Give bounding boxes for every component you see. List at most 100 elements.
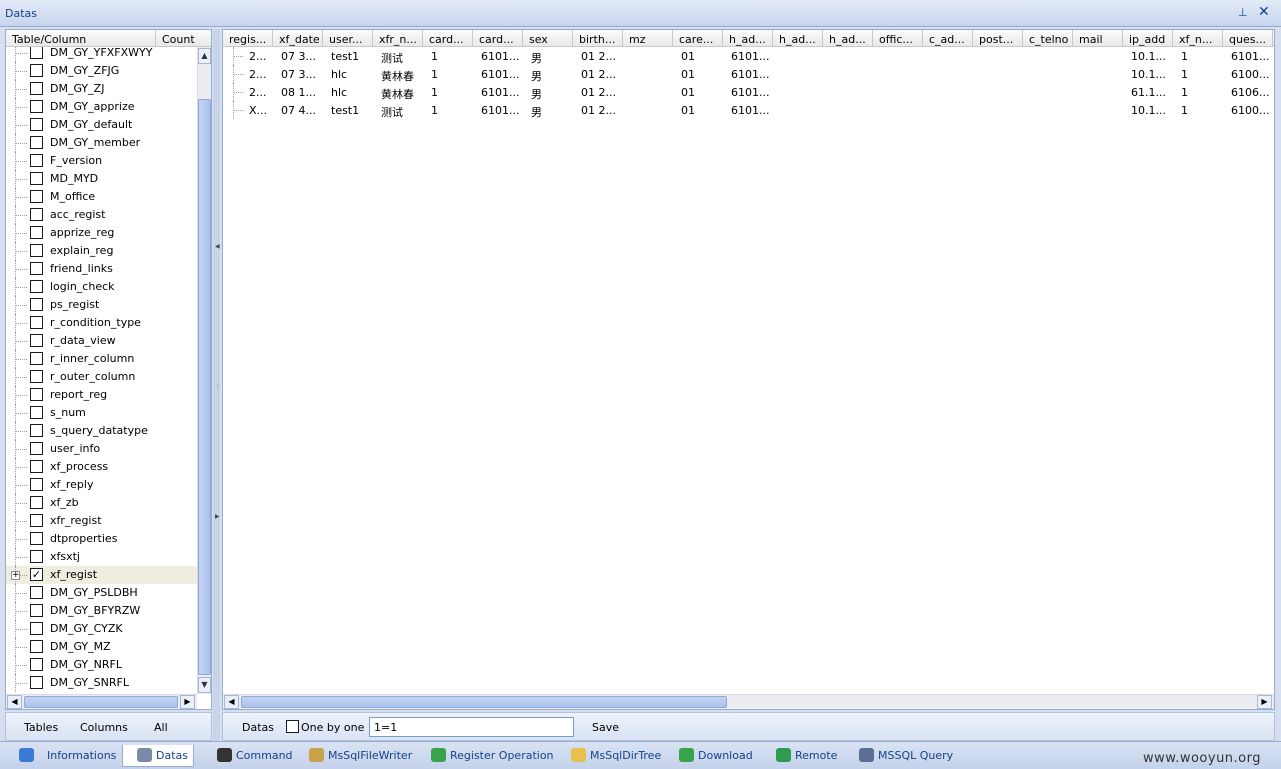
table-checkbox[interactable] (30, 424, 43, 437)
tree-item[interactable]: DM_GY_ZJ (6, 80, 197, 98)
table-checkbox[interactable] (30, 478, 43, 491)
tree-item[interactable]: F_version (6, 152, 197, 170)
table-row[interactable]: 2... 07 3... test1 测试 1 6101... 男 01 2... 01 6101… (223, 47, 1274, 65)
table-checkbox[interactable] (30, 514, 43, 527)
tab-datas[interactable]: Datas (122, 745, 194, 767)
column-header[interactable]: h_ad... (773, 30, 823, 47)
tree-item[interactable]: xf_process (6, 458, 197, 476)
tree-item[interactable]: s_query_datatype (6, 422, 197, 440)
table-checkbox[interactable] (30, 604, 43, 617)
tree-item[interactable]: DM_GY_default (6, 116, 197, 134)
table-checkbox[interactable] (30, 640, 43, 653)
scroll-thumb[interactable] (198, 99, 211, 675)
column-header[interactable]: xfr_n... (373, 30, 423, 47)
tab-command[interactable]: Command (203, 745, 293, 767)
tree-item[interactable]: explain_reg (6, 242, 197, 260)
tree-item[interactable]: MD_MYD (6, 170, 197, 188)
scroll-right-icon[interactable]: ▶ (1257, 695, 1272, 709)
table-checkbox[interactable] (30, 352, 43, 365)
column-header[interactable]: xf_date (273, 30, 323, 47)
scroll-thumb[interactable] (241, 696, 727, 708)
expand-plus-icon[interactable]: + (11, 571, 20, 580)
column-header[interactable]: card... (423, 30, 473, 47)
column-header[interactable]: birth... (573, 30, 623, 47)
table-checkbox[interactable] (30, 100, 43, 113)
scroll-left-icon[interactable]: ◀ (224, 695, 239, 709)
table-checkbox[interactable] (30, 244, 43, 257)
table-checkbox[interactable] (30, 208, 43, 221)
tab-download[interactable]: Download (665, 745, 757, 767)
column-header[interactable]: user... (323, 30, 373, 47)
datas-button[interactable]: Datas (242, 721, 274, 734)
table-checkbox[interactable]: ✓ (30, 568, 43, 581)
where-condition-input[interactable] (369, 717, 574, 737)
tree-item[interactable]: apprize_reg (6, 224, 197, 242)
column-header[interactable]: card... (473, 30, 523, 47)
save-button[interactable]: Save (592, 721, 619, 734)
tree-vertical-scrollbar[interactable]: ▲ ▼ (197, 47, 211, 694)
tree-item[interactable]: login_check (6, 278, 197, 296)
splitter-arrow-icon[interactable]: ▶ (215, 513, 220, 522)
columns-button[interactable]: Columns (80, 721, 128, 734)
table-row[interactable]: X... 07 4... test1 测试 1 6101... 男 01 2... 01 6101… (223, 101, 1274, 119)
tree-item[interactable]: r_condition_type (6, 314, 197, 332)
table-checkbox[interactable] (30, 298, 43, 311)
scroll-up-icon[interactable]: ▲ (198, 48, 211, 64)
tree-item[interactable]: s_num (6, 404, 197, 422)
tree-item[interactable]: dtproperties (6, 530, 197, 548)
tab-mssql-query[interactable]: MSSQL Query (845, 745, 955, 767)
table-checkbox[interactable] (30, 532, 43, 545)
table-checkbox[interactable] (30, 280, 43, 293)
column-header[interactable]: c_ad... (923, 30, 973, 47)
table-checkbox[interactable] (30, 658, 43, 671)
tree-item[interactable]: DM_GY_YFXFXWYY (6, 47, 197, 62)
tab-register-operation[interactable]: Register Operation (417, 745, 554, 767)
table-checkbox[interactable] (30, 262, 43, 275)
one-by-one-label[interactable]: One by one (301, 721, 364, 734)
table-checkbox[interactable] (30, 406, 43, 419)
tree-item[interactable]: report_reg (6, 386, 197, 404)
tree-item[interactable]: DM_GY_CYZK (6, 620, 197, 638)
tab-mssqldirtree[interactable]: MsSqlDirTree (557, 745, 661, 767)
table-checkbox[interactable] (30, 496, 43, 509)
column-header[interactable]: h_ad... (723, 30, 773, 47)
tree-item[interactable]: + ✓ xf_regist (6, 566, 197, 584)
table-checkbox[interactable] (30, 136, 43, 149)
tab-informations[interactable]: Informations (5, 745, 118, 767)
grid-horizontal-scrollbar[interactable]: ◀ ▶ (223, 694, 1274, 709)
splitter-arrow-icon[interactable]: ◀ (215, 243, 220, 252)
table-checkbox[interactable] (30, 118, 43, 131)
one-by-one-checkbox[interactable] (286, 720, 299, 733)
scroll-down-icon[interactable]: ▼ (198, 677, 211, 693)
tree-item[interactable]: acc_regist (6, 206, 197, 224)
tree-item[interactable]: ps_regist (6, 296, 197, 314)
table-checkbox[interactable] (30, 64, 43, 77)
table-checkbox[interactable] (30, 370, 43, 383)
all-button[interactable]: All (154, 721, 168, 734)
tree-item[interactable]: xfr_regist (6, 512, 197, 530)
tree-item[interactable]: DM_GY_BFYRZW (6, 602, 197, 620)
tree-item[interactable]: DM_GY_PSLDBH (6, 584, 197, 602)
column-header[interactable]: regis... (223, 30, 273, 47)
tree-item[interactable]: DM_GY_MZ (6, 638, 197, 656)
table-checkbox[interactable] (30, 676, 43, 689)
table-checkbox[interactable] (30, 622, 43, 635)
table-checkbox[interactable] (30, 586, 43, 599)
tree-horizontal-scrollbar[interactable]: ◀ ▶ (6, 694, 197, 709)
column-header[interactable]: care... (673, 30, 723, 47)
column-header[interactable]: xf_n... (1173, 30, 1223, 47)
tree-header-table-column[interactable]: Table/Column (12, 33, 86, 46)
column-header[interactable]: mail (1073, 30, 1123, 47)
column-header[interactable]: sex (523, 30, 573, 47)
tree-item[interactable]: user_info (6, 440, 197, 458)
column-header[interactable]: offic... (873, 30, 923, 47)
table-checkbox[interactable] (30, 226, 43, 239)
panel-splitter[interactable]: ◀ ⋮ ▶ (213, 29, 221, 741)
table-checkbox[interactable] (30, 388, 43, 401)
table-checkbox[interactable] (30, 47, 43, 59)
tab-mssqlfilewriter[interactable]: MsSqlFileWriter (295, 745, 412, 767)
tree-item[interactable]: DM_GY_NRFL (6, 656, 197, 674)
column-header[interactable]: mz (623, 30, 673, 47)
table-checkbox[interactable] (30, 190, 43, 203)
tree-item[interactable]: xf_reply (6, 476, 197, 494)
